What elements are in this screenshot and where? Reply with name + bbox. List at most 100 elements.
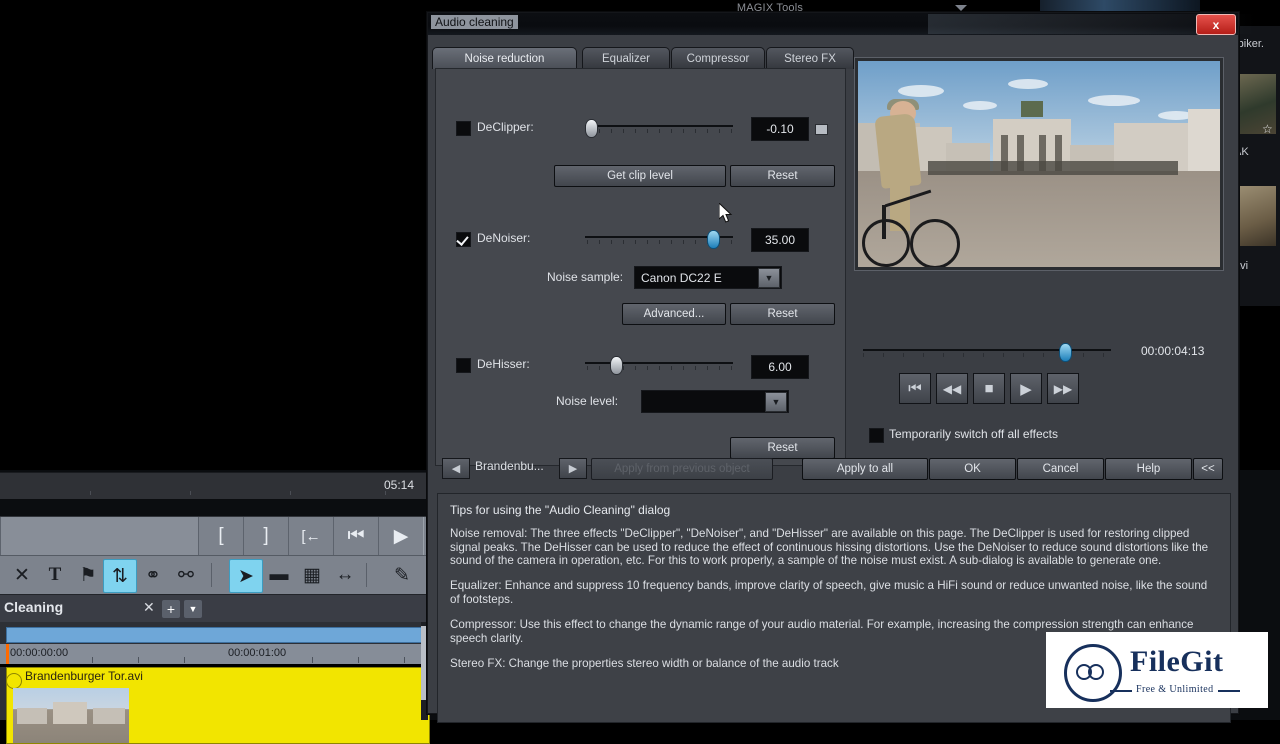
watermark-name: FileGit: [1130, 645, 1224, 678]
dehisser-reset-button[interactable]: Reset: [730, 437, 835, 459]
audio-cleaning-dialog: Audio cleaning x Noise reduction Equaliz…: [427, 12, 1258, 723]
timeline-clip[interactable]: Brandenburger Tor.avi: [6, 667, 430, 744]
tab-equalizer[interactable]: Equalizer: [582, 47, 670, 69]
previous-object-button[interactable]: ◀: [442, 458, 470, 479]
arranger-title: Cleaning: [4, 599, 64, 615]
preview-slider-ticks: [863, 353, 1111, 358]
declipper-reset-button[interactable]: Reset: [730, 165, 835, 187]
video-preview[interactable]: [854, 57, 1224, 271]
clip-fade-handle[interactable]: [6, 673, 22, 689]
preview-forward-button[interactable]: ▶▶: [1047, 373, 1079, 404]
preview-slider-knob[interactable]: [1059, 343, 1072, 362]
dehisser-slider-knob[interactable]: [610, 356, 623, 375]
denoiser-reset-button[interactable]: Reset: [730, 303, 835, 325]
ruler-label-second: 00:00:01:00: [228, 647, 287, 659]
dehisser-slider[interactable]: [585, 356, 733, 375]
collapse-button[interactable]: <<: [1193, 458, 1223, 480]
loop-tool[interactable]: ⇅: [103, 559, 137, 593]
single-object-mode-tool[interactable]: ▬: [263, 559, 295, 591]
noise-sample-label: Noise sample:: [547, 270, 624, 284]
preview-rewind-button[interactable]: ◀◀: [936, 373, 968, 404]
set-out-point-button[interactable]: ]: [243, 517, 289, 555]
get-clip-level-button[interactable]: Get clip level: [554, 165, 726, 187]
ok-button[interactable]: OK: [929, 458, 1016, 480]
preview-stop-button[interactable]: ■: [973, 373, 1005, 404]
title-tool[interactable]: T: [39, 559, 71, 591]
dehisser-checkbox[interactable]: [456, 358, 471, 373]
declipper-slider[interactable]: [585, 119, 733, 138]
clip-thumbnail: [13, 688, 129, 743]
apply-to-all-button[interactable]: Apply to all: [802, 458, 928, 480]
timeline-scroll-bar[interactable]: [6, 627, 424, 643]
dehisser-label: DeHisser:: [477, 357, 530, 371]
small-square-icon[interactable]: [815, 124, 828, 135]
declipper-value[interactable]: -0.10: [751, 117, 809, 141]
jump-to-start-button[interactable]: ⏮: [333, 517, 379, 555]
preview-position-slider[interactable]: [863, 343, 1111, 362]
media-thumbnail-2[interactable]: [1234, 186, 1276, 246]
denoiser-checkbox[interactable]: [456, 232, 471, 247]
denoiser-slider[interactable]: [585, 230, 733, 249]
unlink-tool[interactable]: ⚯: [170, 559, 202, 591]
denoiser-slider-knob[interactable]: [707, 230, 720, 249]
timeline: 00:00:00:00 00:00:01:00 Brandenburger To…: [0, 622, 430, 744]
help-button[interactable]: Help: [1105, 458, 1192, 480]
watermark-tagline: Free & Unlimited: [1110, 684, 1239, 695]
preview-timecode: 00:00:04:13: [1141, 344, 1205, 358]
binoculars-glyph: [1076, 660, 1104, 680]
timecode-strip: 05:14: [0, 472, 428, 499]
marker-tool[interactable]: ⚑: [72, 559, 104, 591]
tips-title: Tips for using the "Audio Cleaning" dial…: [450, 503, 671, 517]
transport-blank: [0, 517, 200, 555]
declipper-label: DeClipper:: [477, 120, 534, 134]
tab-stereo-fx[interactable]: Stereo FX: [766, 47, 854, 69]
link-tool[interactable]: ⚭: [137, 559, 169, 591]
dehisser-slider-ticks: [585, 366, 733, 371]
denoiser-advanced-button[interactable]: Advanced...: [622, 303, 726, 325]
preview-play-button[interactable]: ▶: [1010, 373, 1042, 404]
noise-level-label: Noise level:: [556, 394, 619, 408]
dialog-body: Noise reduction Equalizer Compressor Ste…: [428, 35, 1238, 723]
cyclist: [862, 99, 960, 267]
apply-from-previous-object-button[interactable]: Apply from previous object: [591, 458, 773, 480]
declipper-slider-ticks: [585, 129, 733, 134]
playhead[interactable]: [6, 644, 9, 664]
tab-noise-reduction[interactable]: Noise reduction: [432, 47, 577, 69]
add-arrangement-button[interactable]: +: [162, 600, 180, 618]
next-object-button[interactable]: ▶: [559, 458, 587, 479]
tab-compressor[interactable]: Compressor: [671, 47, 765, 69]
preview-audio-tool[interactable]: ✎: [386, 559, 418, 591]
timeline-ruler[interactable]: 00:00:00:00 00:00:01:00: [0, 644, 428, 664]
close-button[interactable]: x: [1196, 14, 1236, 35]
denoiser-value[interactable]: 35.00: [751, 228, 809, 252]
chevron-down-icon[interactable]: ▼: [184, 600, 202, 618]
declipper-checkbox[interactable]: [456, 121, 471, 136]
noise-sample-combo[interactable]: Canon DC22 E ▼: [634, 266, 782, 289]
denoiser-label: DeNoiser:: [477, 231, 531, 245]
delete-tool[interactable]: ✕: [6, 559, 38, 591]
jump-to-in-button[interactable]: [←: [288, 517, 334, 555]
media-pool-column: -biker. ☆ AK avi: [1232, 26, 1280, 306]
transport-bar: [ ] [← ⏮ ▶: [0, 516, 428, 555]
curve-mode-tool[interactable]: ▦: [296, 559, 328, 591]
bypass-effects-checkbox[interactable]: [869, 428, 884, 443]
cancel-button[interactable]: Cancel: [1017, 458, 1104, 480]
set-in-point-button[interactable]: [: [198, 517, 244, 555]
noise-reduction-panel: DeClipper: -0.10 Get clip level Reset De…: [435, 68, 846, 466]
close-icon[interactable]: ✕: [143, 599, 155, 616]
arranger-tab-header: Cleaning ✕ + ▼: [0, 594, 428, 623]
dehisser-value[interactable]: 6.00: [751, 355, 809, 379]
ruler-label-start: 00:00:00:00: [10, 647, 69, 659]
mouse-mode-arrow-tool[interactable]: ➤: [229, 559, 263, 593]
noise-level-combo[interactable]: ▼: [641, 390, 789, 413]
chevron-down-icon[interactable]: ▼: [758, 268, 780, 288]
chevron-down-icon[interactable]: ▼: [765, 392, 787, 412]
preview-start-button[interactable]: ⏮: [899, 373, 931, 404]
noise-sample-value: Canon DC22 E: [641, 270, 722, 285]
declipper-slider-knob[interactable]: [585, 119, 598, 138]
chevron-down-icon[interactable]: [955, 5, 967, 11]
dialog-titlebar[interactable]: Audio cleaning x: [428, 13, 1258, 36]
play-button[interactable]: ▶: [378, 517, 424, 555]
bypass-effects-label: Temporarily switch off all effects: [889, 427, 1058, 441]
stretch-mode-tool[interactable]: ↔: [329, 559, 361, 591]
